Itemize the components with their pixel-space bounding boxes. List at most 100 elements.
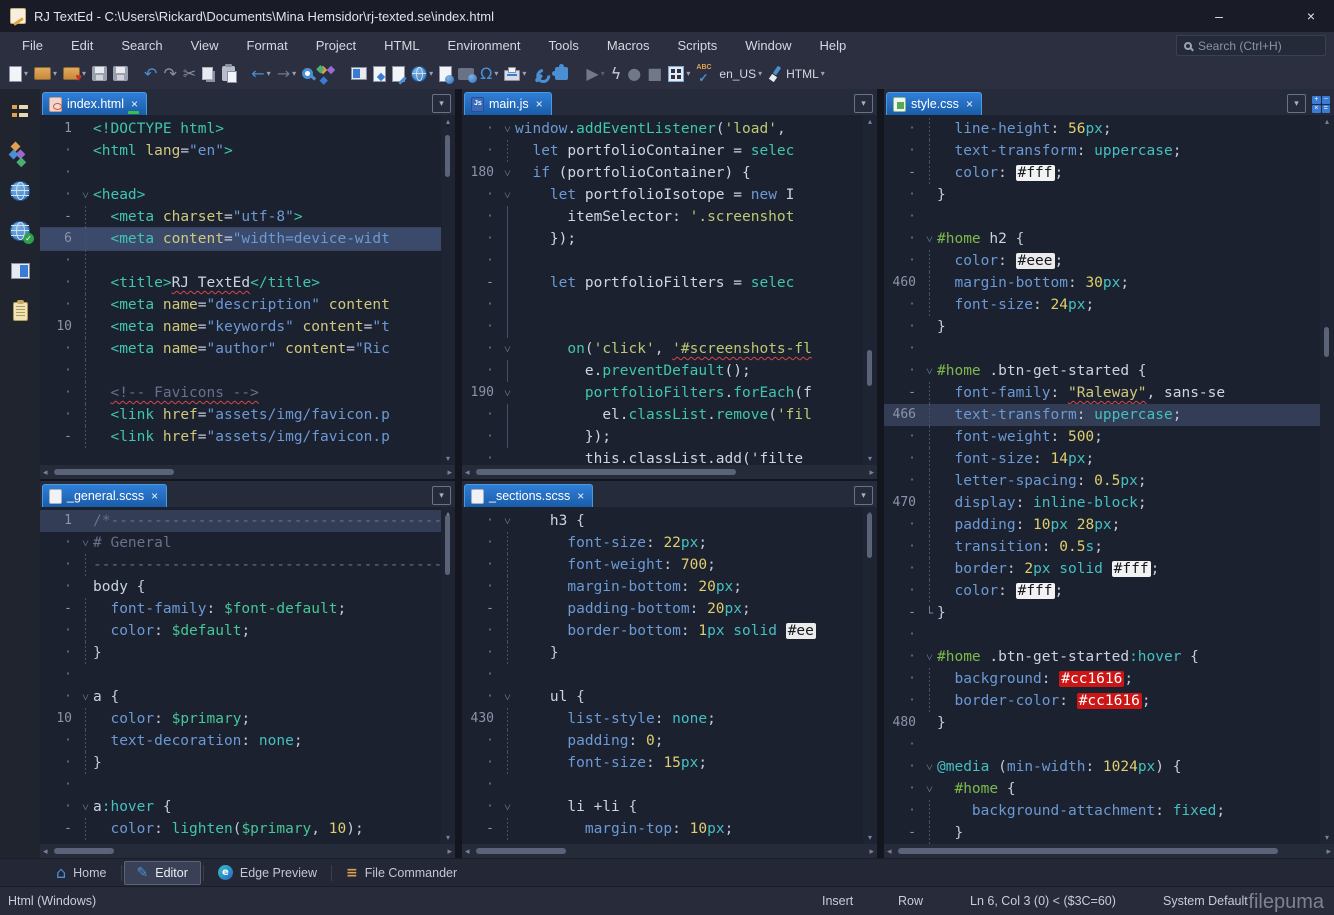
- scroll-right-icon[interactable]: ▸: [1326, 844, 1331, 858]
- scroll-left-icon[interactable]: ◂: [465, 844, 470, 858]
- edit-document-icon[interactable]: [389, 61, 408, 87]
- code-line[interactable]: - font-family: "Raleway", sans-se: [884, 382, 1320, 404]
- code-line[interactable]: ·˅window.addEventListener('load',: [462, 118, 863, 140]
- code-line[interactable]: · });: [462, 228, 863, 250]
- code-line[interactable]: · line-height: 56px;: [884, 118, 1320, 140]
- redo-icon[interactable]: ↷: [160, 61, 179, 87]
- tab-_general.scss[interactable]: _general.scss×: [42, 484, 167, 507]
- code-line[interactable]: ·: [462, 774, 863, 796]
- code-line[interactable]: ·˅ let portfolioIsotope = new I: [462, 184, 863, 206]
- clipboard-panel-icon[interactable]: [2, 295, 38, 327]
- scroll-left-icon[interactable]: ◂: [43, 844, 48, 858]
- close-button[interactable]: ×: [1288, 0, 1334, 32]
- menu-tools[interactable]: Tools: [535, 34, 593, 57]
- close-tab-icon[interactable]: ×: [577, 490, 584, 502]
- code-line[interactable]: - <meta charset="utf-8">: [40, 206, 441, 228]
- tab-main.js[interactable]: main.js×: [464, 92, 552, 115]
- scroll-down-icon[interactable]: ▾: [441, 454, 455, 463]
- code-line[interactable]: ·: [40, 162, 441, 184]
- search-box[interactable]: [1176, 35, 1326, 56]
- search-input[interactable]: [1198, 39, 1308, 53]
- code-line[interactable]: - color: #fff;: [884, 162, 1320, 184]
- tools-options-icon[interactable]: [529, 61, 550, 87]
- copy-icon[interactable]: [199, 61, 219, 87]
- fold-toggle-icon[interactable]: ˅: [922, 756, 937, 778]
- menu-view[interactable]: View: [177, 34, 233, 57]
- code-line[interactable]: ·˅ on('click', '#screenshots-fl: [462, 338, 863, 360]
- code-line[interactable]: · font-size: 15px;: [462, 752, 863, 774]
- scroll-down-icon[interactable]: ▾: [1320, 833, 1334, 842]
- code-line[interactable]: · <link href="assets/img/favicon.p: [40, 404, 441, 426]
- code-line[interactable]: ·---------------------------------------…: [40, 554, 441, 576]
- code-line[interactable]: 466 text-transform: uppercase;: [884, 404, 1320, 426]
- code-line[interactable]: 10 <meta name="keywords" content="t: [40, 316, 441, 338]
- status-insert-mode[interactable]: Insert: [822, 894, 853, 908]
- syntax-mode-dropdown-icon[interactable]: ▾: [821, 69, 825, 78]
- code-line[interactable]: ·˅# General: [40, 532, 441, 554]
- vertical-scrollbar[interactable]: ▴▾: [863, 507, 877, 844]
- file-commander-icon[interactable]: [2, 95, 38, 127]
- horizontal-scroll-thumb[interactable]: [476, 469, 736, 475]
- code-line[interactable]: · <title>RJ TextEd</title>: [40, 272, 441, 294]
- tab-list-dropdown[interactable]: ▾: [1287, 94, 1306, 113]
- open-favorites-dropdown-icon[interactable]: ▾: [82, 69, 86, 78]
- code-line[interactable]: - let portfolioFilters = selec: [462, 272, 863, 294]
- maximize-button[interactable]: [1242, 0, 1288, 32]
- fold-toggle-icon[interactable]: ˅: [922, 646, 937, 668]
- special-characters-icon[interactable]: Ω▾: [477, 61, 501, 87]
- code-line[interactable]: ·˅#home .btn-get-started:hover {: [884, 646, 1320, 668]
- code-line[interactable]: · text-transform: uppercase;: [884, 140, 1320, 162]
- fold-toggle-icon[interactable]: ˅: [500, 118, 515, 140]
- vertical-scroll-thumb[interactable]: [867, 513, 872, 558]
- horizontal-scrollbar[interactable]: ◂▸: [462, 465, 877, 479]
- fold-toggle-icon[interactable]: ˅: [78, 532, 93, 554]
- fold-toggle-icon[interactable]: ˅: [922, 778, 937, 800]
- fold-toggle-icon[interactable]: ˅: [922, 360, 937, 382]
- fold-toggle-icon[interactable]: ˅: [500, 338, 515, 360]
- addons-icon[interactable]: [550, 61, 573, 87]
- stop-macro-icon[interactable]: ■: [644, 61, 665, 87]
- code-line[interactable]: · border-bottom: 1px solid #ee: [462, 620, 863, 642]
- cut-icon[interactable]: ✂: [180, 61, 199, 87]
- code-line[interactable]: 10 color: $primary;: [40, 708, 441, 730]
- code-line[interactable]: 430 list-style: none;: [462, 708, 863, 730]
- tab-list-dropdown[interactable]: ▾: [854, 94, 873, 113]
- code-line[interactable]: · <meta name="author" content="Ric: [40, 338, 441, 360]
- menu-edit[interactable]: Edit: [57, 34, 107, 57]
- code-line[interactable]: · color: $default;: [40, 620, 441, 642]
- minimize-button[interactable]: –: [1196, 0, 1242, 32]
- code-line[interactable]: 460 margin-bottom: 30px;: [884, 272, 1320, 294]
- preview-document-icon[interactable]: [436, 61, 455, 87]
- scroll-left-icon[interactable]: ◂: [43, 465, 48, 479]
- code-area-index.html[interactable]: 1<!DOCTYPE html>·<html lang="en">··˅<hea…: [40, 115, 441, 465]
- code-line[interactable]: · background-attachment: fixed;: [884, 800, 1320, 822]
- new-file-dropdown-icon[interactable]: ▾: [24, 69, 28, 78]
- horizontal-scroll-thumb[interactable]: [54, 469, 174, 475]
- new-file-icon[interactable]: ▾: [6, 61, 31, 87]
- horizontal-scrollbar[interactable]: ◂▸: [884, 844, 1334, 858]
- code-line[interactable]: · <!-- Favicons -->: [40, 382, 441, 404]
- fold-toggle-icon[interactable]: ˅: [500, 796, 515, 818]
- code-snippets-icon[interactable]: [2, 135, 38, 167]
- code-line[interactable]: ·˅ h3 {: [462, 510, 863, 532]
- code-line[interactable]: ·}: [884, 316, 1320, 338]
- scroll-up-icon[interactable]: ▴: [441, 117, 455, 126]
- fold-toggle-icon[interactable]: ˅: [922, 228, 937, 250]
- code-line[interactable]: · background: #cc1616;: [884, 668, 1320, 690]
- code-line[interactable]: ·˅#home h2 {: [884, 228, 1320, 250]
- tab-index.html[interactable]: index.html×: [42, 92, 147, 115]
- code-line[interactable]: · font-weight: 700;: [462, 554, 863, 576]
- save-icon[interactable]: [89, 61, 110, 87]
- vertical-scrollbar[interactable]: ▴▾: [1320, 115, 1334, 844]
- code-line[interactable]: · color: #eee;: [884, 250, 1320, 272]
- scroll-left-icon[interactable]: ◂: [465, 465, 470, 479]
- code-line[interactable]: · e.preventDefault();: [462, 360, 863, 382]
- fold-toggle-icon[interactable]: ˅: [500, 382, 515, 404]
- code-line[interactable]: · padding: 0;: [462, 730, 863, 752]
- run-script-icon[interactable]: ▶▾: [583, 61, 607, 87]
- fold-toggle-icon[interactable]: ˅: [500, 510, 515, 532]
- code-line[interactable]: · text-decoration: none;: [40, 730, 441, 752]
- scroll-left-icon[interactable]: ◂: [887, 844, 892, 858]
- code-line[interactable]: ·˅@media (min-width: 1024px) {: [884, 756, 1320, 778]
- code-line[interactable]: ·}: [884, 184, 1320, 206]
